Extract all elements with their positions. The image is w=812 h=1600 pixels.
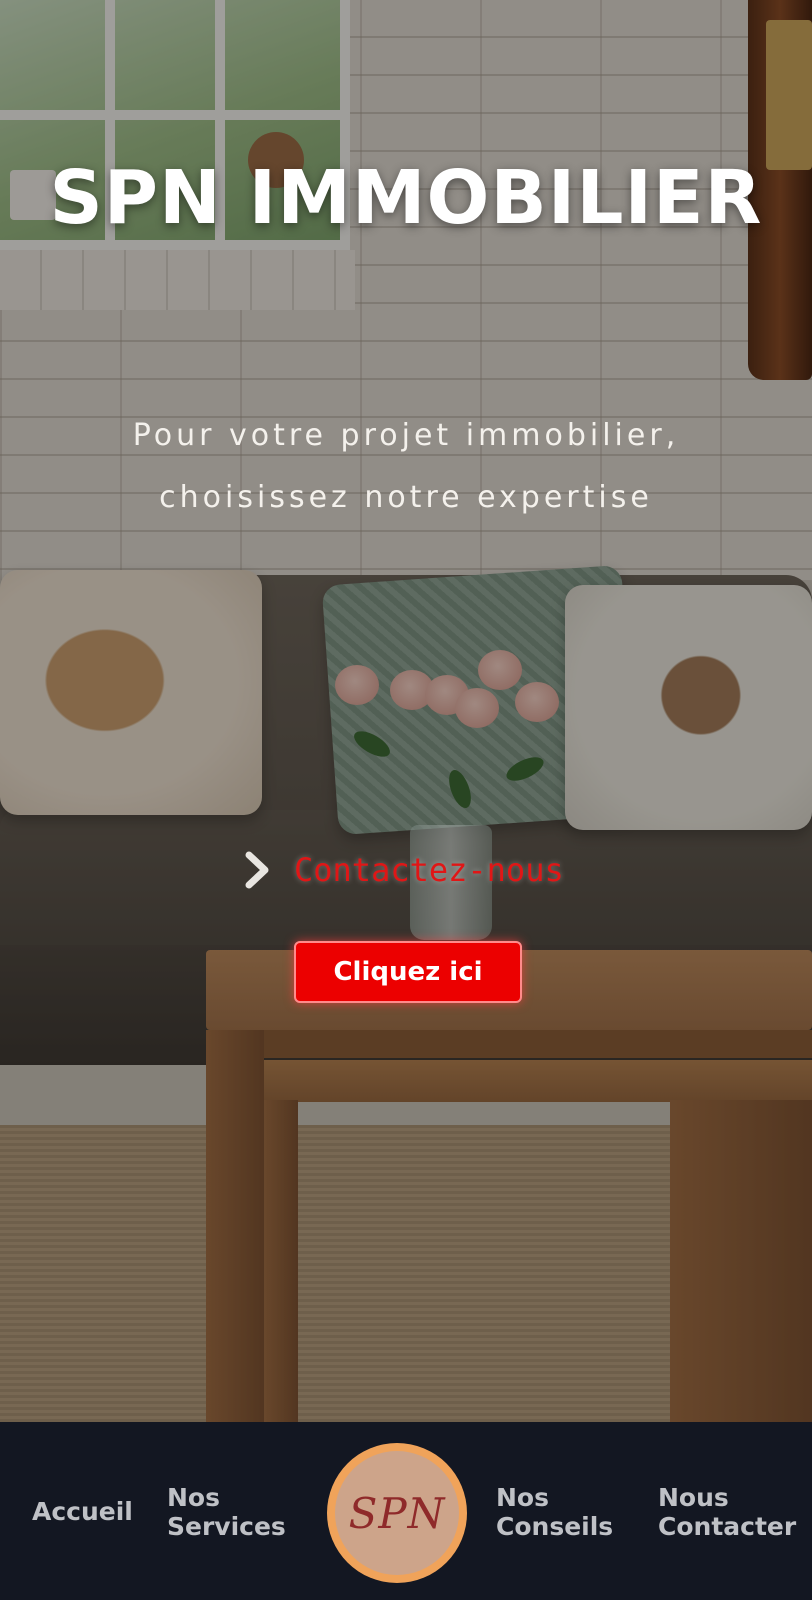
contact-link[interactable]: Contactez-nous: [240, 848, 564, 892]
nav-item-label-line1: Nous: [658, 1483, 729, 1512]
tagline-line-2: choisissez notre expertise: [159, 480, 653, 515]
nav-item-label-line2: Conseils: [496, 1512, 614, 1541]
nav-item-label-line2: Services: [167, 1512, 286, 1541]
nav-item-conseils[interactable]: Nos Conseils: [496, 1483, 613, 1541]
chevron-right-icon: [240, 848, 274, 892]
spn-logo[interactable]: SPN: [327, 1443, 467, 1583]
nav-item-accueil[interactable]: Accueil: [32, 1497, 133, 1526]
site-title: SPN IMMOBILIER: [49, 155, 763, 241]
nav-item-label-line1: Nos: [167, 1483, 220, 1512]
contact-link-label: Contactez-nous: [294, 851, 564, 889]
logo-text: SPN: [335, 1451, 459, 1575]
nav-item-services[interactable]: Nos Services: [167, 1483, 286, 1541]
nav-item-label-line1: Nos: [496, 1483, 549, 1512]
tagline-line-1: Pour votre projet immobilier,: [132, 418, 680, 453]
nav-item-label: Accueil: [32, 1497, 133, 1526]
nav-item-label-line2: Contacter: [658, 1512, 797, 1541]
nav-item-contacter[interactable]: Nous Contacter: [658, 1483, 796, 1541]
cta-click-here-button[interactable]: Cliquez ici: [294, 941, 522, 1003]
